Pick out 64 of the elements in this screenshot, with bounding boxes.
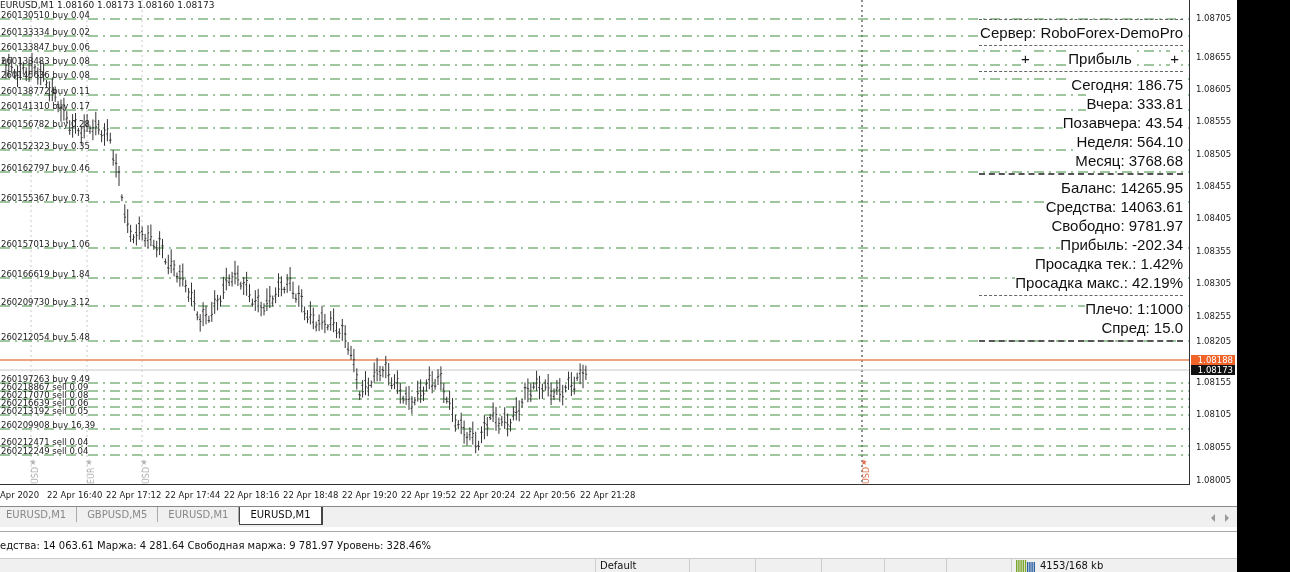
connection-bars-icon bbox=[1016, 559, 1036, 572]
price-tick: 1.08305 bbox=[1196, 278, 1232, 288]
order-label: 260157013 buy 1.06 bbox=[1, 240, 90, 248]
order-label: 260212471 sell 0.04 bbox=[1, 438, 89, 446]
event-marker: USD bbox=[143, 466, 151, 484]
price-tick: 1.08155 bbox=[1196, 377, 1232, 387]
chart-tab[interactable]: EURUSD,M1 bbox=[239, 507, 323, 525]
event-marker: USD bbox=[32, 466, 40, 484]
time-label: 22 Apr 20:24 bbox=[460, 490, 517, 500]
scroll-right-icon[interactable] bbox=[1224, 514, 1229, 522]
order-label: 260162797 buy 0.46 bbox=[1, 164, 90, 172]
plus-sign: + bbox=[1170, 49, 1179, 68]
time-label: 22 Apr 20:56 bbox=[520, 490, 577, 500]
order-label: 260133334 buy 0.02 bbox=[1, 28, 90, 36]
time-label: 22 Apr 18:16 bbox=[224, 490, 281, 500]
time-label: 22 Apr 18:48 bbox=[283, 490, 340, 500]
order-label: 260209908 buy 16.39 bbox=[1, 421, 96, 429]
price-tick: 1.08205 bbox=[1196, 336, 1232, 346]
order-label: 260216639 sell 0.06 bbox=[1, 399, 89, 407]
price-tick: 1.08105 bbox=[1196, 409, 1232, 419]
price-tick: 1.08005 bbox=[1196, 475, 1232, 485]
order-label: 260152323 buy 0.35 bbox=[1, 142, 90, 150]
price-tick: 1.08655 bbox=[1196, 52, 1232, 62]
price-tick: 1.08555 bbox=[1196, 116, 1232, 126]
time-label: 22 Apr 19:20 bbox=[342, 490, 399, 500]
time-label: 22 Apr 17:44 bbox=[165, 490, 222, 500]
scroll-left-icon[interactable] bbox=[1211, 514, 1216, 522]
price-tick: 1.08255 bbox=[1196, 311, 1232, 321]
bid-price-label: 1.08188 bbox=[1191, 355, 1235, 365]
plus-sign: + bbox=[1021, 49, 1030, 68]
order-label: 260213192 sell 0.05 bbox=[1, 407, 89, 415]
chart-header: EURUSD,M1 1.08160 1.08173 1.08160 1.08173 bbox=[0, 0, 215, 10]
price-tick: 1.08455 bbox=[1196, 181, 1232, 191]
order-label: 260155367 buy 0.73 bbox=[1, 194, 90, 202]
time-label: 22 Apr 19:52 bbox=[401, 490, 458, 500]
event-marker: EUR bbox=[88, 467, 96, 484]
ask-price-label: 1.08173 bbox=[1191, 365, 1235, 375]
chart-tab[interactable]: GBPUSD,M5 bbox=[77, 507, 159, 522]
price-tick: 1.08605 bbox=[1196, 84, 1232, 94]
order-label: 260212249 sell 0.04 bbox=[1, 447, 89, 455]
event-marker: USD bbox=[863, 466, 871, 484]
price-tick: 1.08505 bbox=[1196, 149, 1232, 159]
order-label: 260141310 buy 0.17 bbox=[1, 102, 90, 110]
time-label: 22 Apr 21:28 bbox=[580, 490, 637, 500]
time-label: Apr 2020 bbox=[0, 490, 41, 500]
account-summary: едства: 14 063.61 Маржа: 4 281.64 Свободная маржа: 9 781.97 Уровень: 328.46% bbox=[0, 539, 432, 551]
price-tick: 1.08055 bbox=[1196, 442, 1232, 452]
traffic-label: 4153/168 kb bbox=[1040, 560, 1104, 571]
order-label: 260166619 buy 1.84 bbox=[1, 270, 90, 278]
order-label: 260133847 buy 0.06 bbox=[1, 43, 90, 51]
chart-tab[interactable]: EURUSD,M1 bbox=[0, 507, 78, 522]
order-label: 260218867 sell 0.09 bbox=[1, 383, 89, 391]
price-tick: 1.08355 bbox=[1196, 246, 1232, 256]
time-label: 22 Apr 17:12 bbox=[106, 490, 163, 500]
order-label: 260197263 buy 9.49 bbox=[1, 375, 90, 383]
time-label: 22 Apr 16:40 bbox=[47, 490, 104, 500]
price-tick: 1.08405 bbox=[1196, 213, 1232, 223]
price-tick: 1.08705 bbox=[1196, 13, 1232, 23]
order-label: 260209730 buy 3.12 bbox=[1, 298, 90, 306]
order-label: 260217070 sell 0.08 bbox=[1, 391, 89, 399]
profile-name: Default bbox=[600, 560, 637, 571]
profit-heading: Прибыль bbox=[1068, 49, 1132, 68]
order-label: 260130510 buy 0.04 bbox=[1, 11, 90, 19]
order-label: 260212054 buy 5.48 bbox=[1, 333, 90, 341]
